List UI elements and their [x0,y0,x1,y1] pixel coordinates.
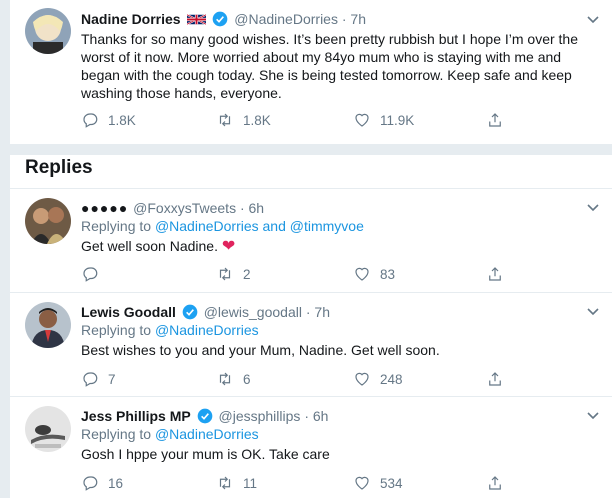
reply-button[interactable]: 16 [81,474,123,492]
replying-prefix: Replying to [81,322,152,338]
reply-icon [83,372,98,387]
tweet-time[interactable]: · 7h [306,304,330,320]
reply-count: 1.8K [108,112,136,128]
like-button[interactable]: 83 [353,265,395,283]
tweet-header: Lewis Goodall @lewis_goodall · 7h [81,303,585,321]
replies-header: Replies [10,155,612,189]
section-divider [10,145,612,155]
avatar[interactable] [25,302,71,348]
reply-button[interactable] [81,265,108,283]
share-button[interactable] [486,474,504,492]
main-tweet[interactable]: Nadine Dorries @NadineDorries · 7h Thank… [10,0,612,145]
reply-icon [83,113,98,128]
share-button[interactable] [486,265,504,283]
reply-tweet[interactable]: Jess Phillips MP @jessphillips · 6h Repl… [10,397,612,498]
like-button[interactable]: 11.9K [353,111,414,129]
retweet-button[interactable]: 2 [216,265,251,283]
retweet-icon [219,113,231,127]
timeline-column: Nadine Dorries @NadineDorries · 7h Thank… [9,0,612,498]
tweet-time[interactable]: · 6h [240,200,264,216]
retweet-icon [219,372,231,386]
avatar[interactable] [25,198,71,244]
tweet-text: Gosh I hppe your mum is OK. Take care [81,446,330,462]
reply-button[interactable]: 7 [81,370,116,388]
replying-to-link[interactable]: @NadineDorries and @timmyvoe [155,218,364,234]
replying-prefix: Replying to [81,218,152,234]
like-count: 83 [380,266,396,282]
retweet-button[interactable]: 6 [216,370,251,388]
avatar[interactable] [25,8,71,54]
share-icon [489,372,501,386]
replying-to-link[interactable]: @NadineDorries [155,322,259,338]
replying-to: Replying to @NadineDorries [81,321,585,339]
chevron-down-icon[interactable] [587,204,599,212]
author-name[interactable]: Jess Phillips MP [81,408,191,424]
verified-badge-icon [182,304,198,320]
uk-flag-icon [187,13,207,26]
author-name-text: ●●●●● [81,200,129,216]
replies-title: Replies [25,157,93,178]
replying-to: Replying to @NadineDorries [81,425,585,443]
reply-icon [83,476,98,491]
share-icon [489,476,501,490]
page: Nadine Dorries @NadineDorries · 7h Thank… [0,0,612,498]
retweet-count: 2 [243,266,251,282]
chevron-down-icon[interactable] [587,308,599,316]
replying-prefix: Replying to [81,426,152,442]
retweet-count: 11 [243,475,258,491]
tweet-text-content: Get well soon Nadine. [81,238,218,254]
heart-icon [355,113,369,127]
like-button[interactable]: 248 [353,370,403,388]
heart-icon [355,267,369,281]
author-name[interactable]: ●●●●● [81,200,133,216]
share-icon [489,267,501,281]
replying-to-link[interactable]: @NadineDorries [155,426,259,442]
tweet-text: Best wishes to you and your Mum, Nadine.… [81,342,440,358]
heart-icon [355,476,369,490]
reply-icon [83,267,98,282]
avatar[interactable] [25,406,71,452]
retweet-count: 1.8K [243,112,271,128]
chevron-down-icon[interactable] [587,412,599,420]
author-handle[interactable]: @jessphillips [219,408,301,424]
tweet-time[interactable]: · 6h [304,408,328,424]
author-handle[interactable]: @FoxxysTweets [133,200,236,216]
tweet-time[interactable]: · 7h [342,11,366,27]
retweet-icon [219,267,231,281]
author-name[interactable]: Nadine Dorries [81,11,181,27]
reply-tweet[interactable]: Lewis Goodall @lewis_goodall · 7h Replyi… [10,293,612,397]
tweet-header: Jess Phillips MP @jessphillips · 6h [81,407,585,425]
author-handle[interactable]: @NadineDorries [234,11,338,27]
tweet-header: ●●●●● @FoxxysTweets · 6h [81,199,585,217]
retweet-button[interactable]: 11 [216,474,257,492]
reply-button[interactable]: 1.8K [81,111,136,129]
share-button[interactable] [486,111,504,129]
author-name[interactable]: Lewis Goodall [81,304,176,320]
like-count: 11.9K [380,112,415,128]
verified-badge-icon [197,408,212,424]
reply-count: 7 [108,371,116,387]
share-icon [489,113,501,127]
tweet-text: Get well soon Nadine. ❤ [81,237,585,256]
reply-count: 16 [108,475,124,491]
share-button[interactable] [486,370,504,388]
tweet-header: Nadine Dorries @NadineDorries · 7h [81,10,585,28]
heart-icon [355,372,369,386]
retweet-button[interactable]: 1.8K [216,111,271,129]
verified-badge-icon [213,11,228,27]
like-button[interactable]: 534 [353,474,403,492]
replying-to: Replying to @NadineDorries and @timmyvoe [81,217,585,235]
like-count: 248 [380,371,403,387]
retweet-count: 6 [243,371,251,387]
chevron-down-icon[interactable] [587,16,599,24]
reply-tweet[interactable]: ●●●●● @FoxxysTweets · 6h Replying to @Na… [10,189,612,293]
red-heart-emoji-icon: ❤ [221,238,236,255]
like-count: 534 [380,475,403,491]
tweet-text: Thanks for so many good wishes. It’s bee… [81,31,579,101]
retweet-icon [219,476,231,490]
author-handle[interactable]: @lewis_goodall [204,304,302,320]
